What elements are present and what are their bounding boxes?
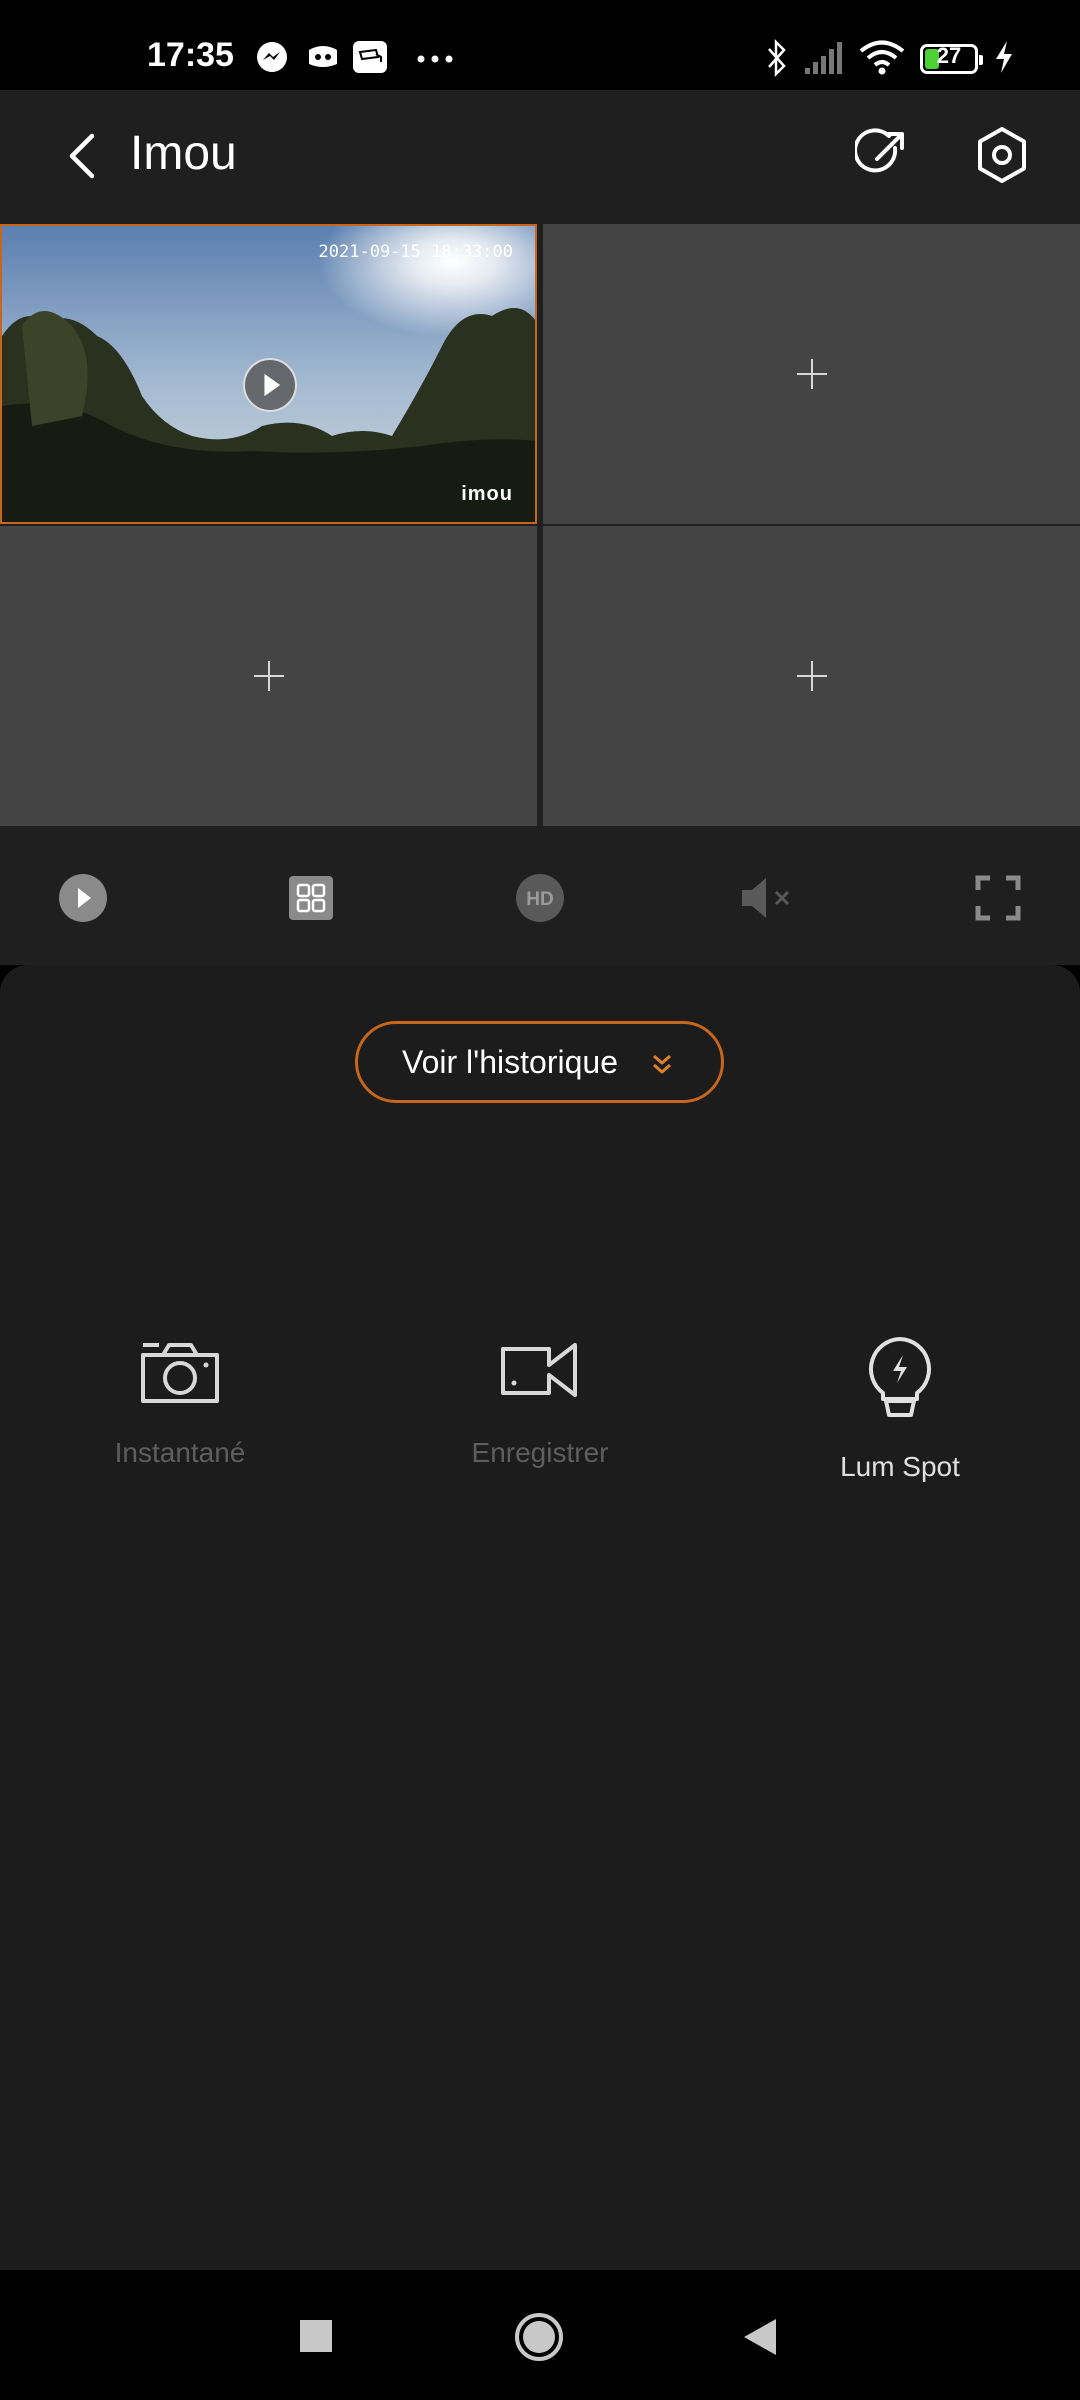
- record-label: Enregistrer: [471, 1437, 609, 1468]
- camera-icon: [141, 1343, 219, 1403]
- spotlight-bulb-icon: [869, 1337, 931, 1417]
- add-channel-slot[interactable]: [0, 526, 537, 826]
- bluetooth-icon: [768, 38, 786, 78]
- playback-controls: HD: [0, 830, 1080, 965]
- snapshot-action[interactable]: Instantané: [50, 1335, 310, 1469]
- view-history-label: Voir l'historique: [402, 1044, 618, 1080]
- mute-icon[interactable]: [740, 870, 802, 926]
- status-time: 17:35: [147, 36, 234, 74]
- wifi-icon: [859, 40, 905, 75]
- system-nav-bar: [0, 2270, 1080, 2400]
- charging-bolt-icon: [996, 41, 1012, 73]
- camera-watermark: imou: [461, 483, 513, 505]
- spotlight-action[interactable]: Lum Spot: [770, 1335, 1030, 1483]
- recents-square-icon[interactable]: [300, 2320, 332, 2352]
- camera-timestamp: 2021-09-15 18:33:00: [318, 242, 513, 262]
- spotlight-label: Lum Spot: [840, 1451, 960, 1482]
- battery-level: 27: [936, 43, 962, 68]
- add-channel-slot[interactable]: [543, 224, 1080, 524]
- plus-icon: [253, 661, 284, 691]
- video-cell-active[interactable]: 2021-09-15 18:33:00 imou: [0, 224, 537, 524]
- discord-icon: [309, 46, 337, 67]
- home-circle-icon[interactable]: [513, 2311, 565, 2363]
- play-icon[interactable]: [55, 870, 111, 926]
- video-record-icon: [501, 1343, 577, 1397]
- cellular-signal-icon: [805, 42, 842, 74]
- cctv-app-icon: [353, 41, 387, 73]
- messenger-icon: [257, 42, 287, 72]
- settings-icon[interactable]: [974, 126, 1030, 184]
- control-panel: Voir l'historique Instantané Enregistrer…: [0, 965, 1080, 2270]
- snapshot-label: Instantané: [114, 1437, 246, 1468]
- svg-text:HD: HD: [526, 889, 553, 910]
- battery-icon: 27: [920, 43, 983, 74]
- record-action[interactable]: Enregistrer: [410, 1335, 670, 1469]
- page-title: Imou: [130, 127, 237, 180]
- status-bar: 17:35 27: [0, 0, 1080, 90]
- view-history-button[interactable]: Voir l'historique: [355, 1021, 724, 1103]
- video-grid: 2021-09-15 18:33:00 imou: [0, 220, 1080, 830]
- double-chevron-down-icon: [653, 1054, 671, 1074]
- share-icon[interactable]: [855, 128, 909, 182]
- add-channel-slot[interactable]: [543, 526, 1080, 826]
- back-arrow-icon[interactable]: [62, 132, 102, 180]
- plus-icon: [796, 359, 827, 389]
- more-dots-icon: [417, 55, 453, 63]
- fullscreen-icon[interactable]: [970, 870, 1026, 926]
- hd-icon[interactable]: HD: [512, 870, 568, 926]
- grid-layout-icon[interactable]: [283, 870, 339, 926]
- plus-icon: [796, 661, 827, 691]
- play-icon[interactable]: [243, 358, 297, 412]
- back-triangle-icon[interactable]: [742, 2318, 778, 2356]
- app-header: Imou: [0, 90, 1080, 220]
